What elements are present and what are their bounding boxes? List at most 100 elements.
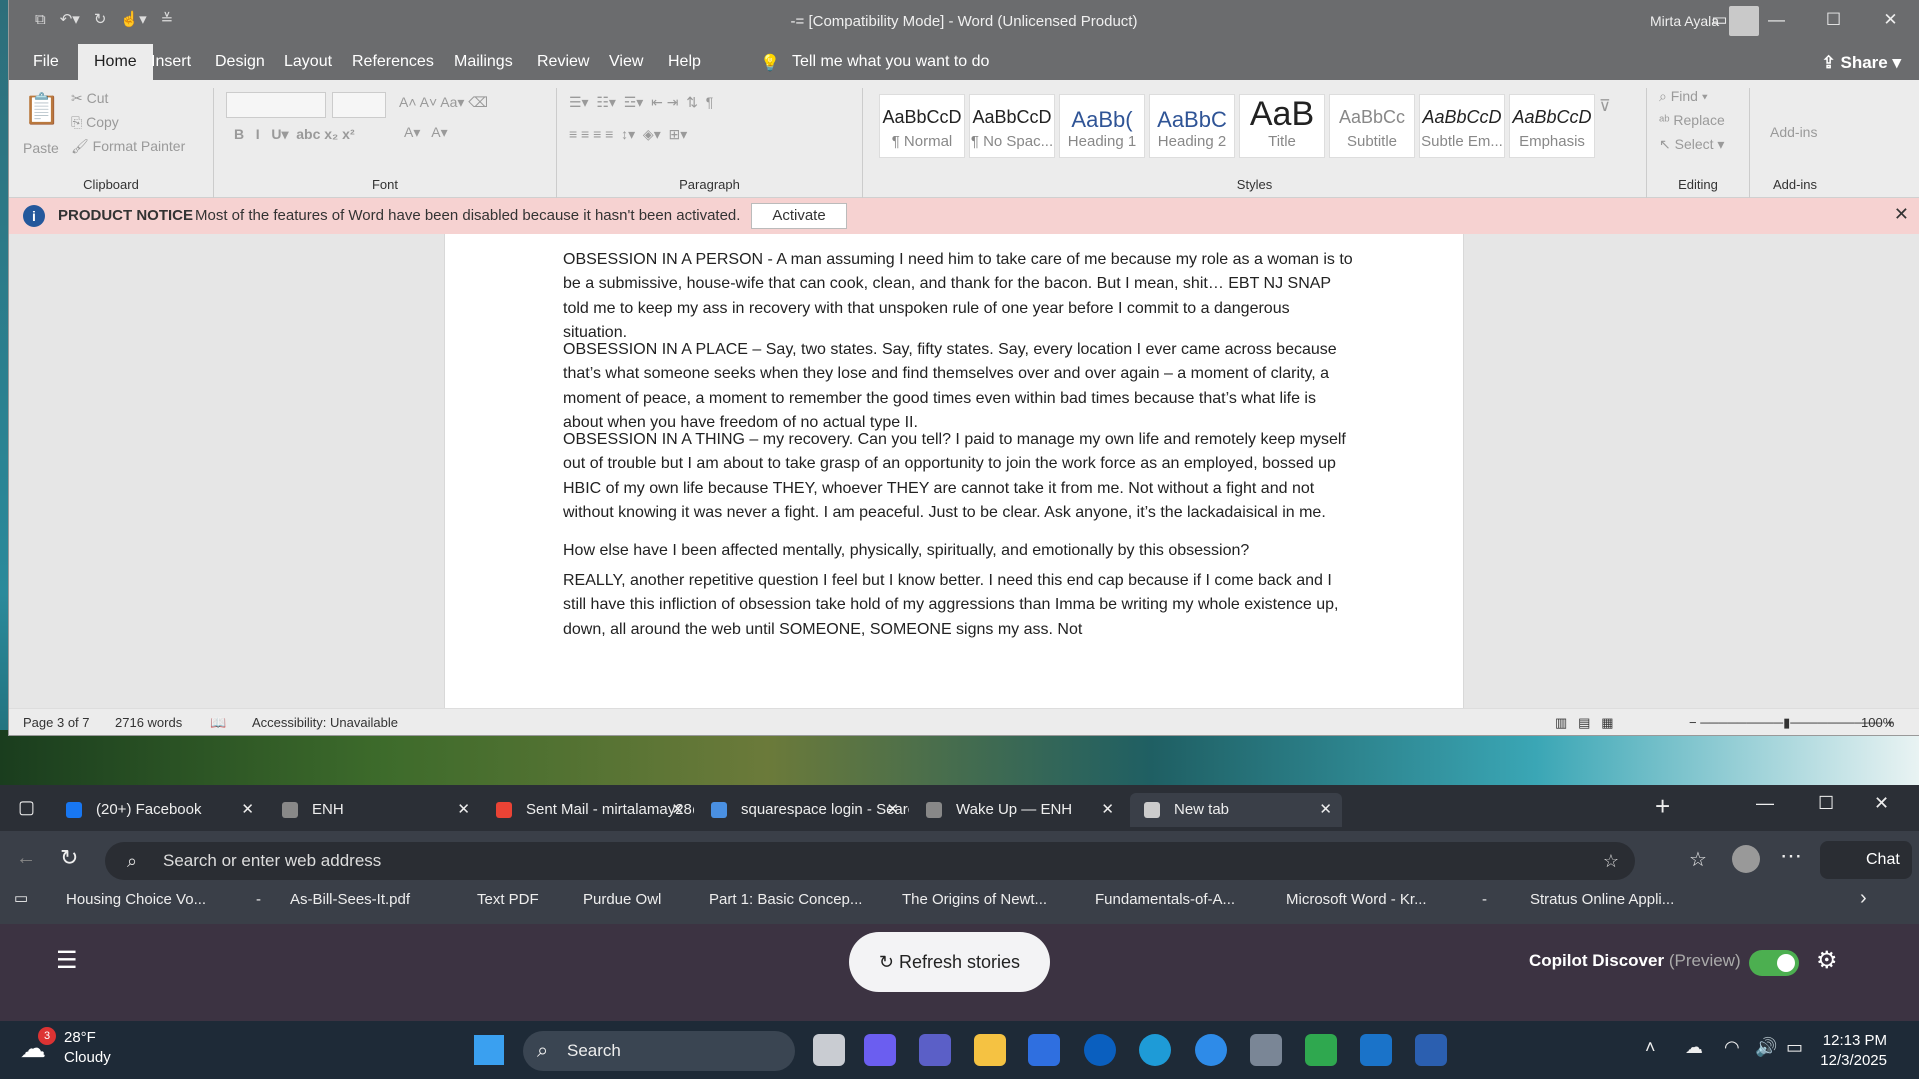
teams-icon[interactable] [919,1034,951,1066]
gear-icon[interactable]: ⚙ [1816,946,1838,975]
minimize-icon[interactable]: — [1756,793,1774,814]
format-icons[interactable]: B I U▾ abc x₂ x² [234,126,355,143]
browser-tab[interactable]: Wake Up — ENH ✕ [912,793,1124,827]
close-icon[interactable]: ✕ [1874,793,1889,814]
browser-tab[interactable]: squarespace login - Search ✕ [697,793,909,827]
favorites-icon[interactable]: ☆ [1689,847,1707,872]
refresh-icon[interactable]: ↻ [60,845,78,871]
volume-icon[interactable]: 🔊 [1755,1037,1777,1058]
font-name-input[interactable] [226,92,326,118]
replace-button[interactable]: ᵃᵇ Replace [1659,112,1725,128]
addins-button[interactable]: Add-ins [1770,124,1817,140]
style-5[interactable]: AaB Title [1239,94,1325,158]
app-icon[interactable] [1305,1034,1337,1066]
favorite-item[interactable]: - [1482,891,1487,908]
chevron-up-icon[interactable]: ˄ [1645,1037,1656,1058]
refresh-stories-button[interactable]: ↻ Refresh stories [849,932,1050,992]
favorites-folder-icon[interactable]: ▭ [14,889,28,907]
chevron-right-icon[interactable]: › [1860,887,1867,910]
hp-icon[interactable] [1084,1034,1116,1066]
tab-home[interactable]: Home [78,44,153,80]
camera-icon[interactable] [1250,1034,1282,1066]
font-size-input[interactable] [332,92,386,118]
clock[interactable]: 12:13 PM 12/3/2025 [1820,1031,1887,1071]
favorite-item[interactable]: As-Bill-Sees-It.pdf [290,891,410,908]
favorite-item[interactable]: Text PDF [477,891,539,908]
more-icon[interactable]: ⋯ [1780,843,1802,869]
new-tab-icon[interactable]: + [1655,791,1670,822]
close-tab-icon[interactable]: ✕ [671,793,684,827]
zoom-level[interactable]: 100% [1861,715,1894,730]
favorite-item[interactable]: Purdue Owl [583,891,661,908]
page-indicator[interactable]: Page 3 of 7 [23,715,90,730]
paragraph[interactable]: OBSESSION IN A PLACE – Say, two states. … [563,338,1353,435]
tab-help[interactable]: Help [668,53,701,71]
text-color-icons[interactable]: A▾ A▾ [404,124,448,141]
wifi-icon[interactable]: ◠ [1724,1037,1740,1058]
tell-me-search[interactable]: Tell me what you want to do [792,53,989,71]
edge-icon[interactable] [1139,1034,1171,1066]
close-icon[interactable]: ✕ [1862,0,1919,40]
list-icons[interactable]: ☰▾ ☷▾ ☲▾ ⇤ ⇥ ⇅ ¶ [569,94,713,111]
close-icon[interactable]: ✕ [1894,204,1909,225]
paragraph[interactable]: REALLY, another repetitive question I fe… [563,569,1353,642]
share-button[interactable]: ⇪ Share ▾ [1822,53,1901,73]
style-7[interactable]: AaBbCcD Subtle Em... [1419,94,1505,158]
favorite-item[interactable]: Housing Choice Vo... [66,891,206,908]
favorite-item[interactable]: Part 1: Basic Concep... [709,891,862,908]
activate-button[interactable]: Activate [751,203,847,229]
task-view-icon[interactable] [813,1034,845,1066]
document-page[interactable]: OBSESSION IN A PERSON - A man assuming I… [444,234,1464,708]
browser-tab[interactable]: Sent Mail - mirtalamay28@g✕ [482,793,694,827]
word-count[interactable]: 2716 words [115,715,182,730]
styles-more-icon[interactable]: ⊽ [1599,96,1611,116]
paste-label[interactable]: Paste [23,140,59,156]
onedrive-icon[interactable]: ☁ [1685,1037,1703,1058]
tab-design[interactable]: Design [215,53,265,71]
tab-mailings[interactable]: Mailings [454,53,513,71]
tab-file[interactable]: File [33,53,59,71]
copilot-chat-button[interactable]: Chat [1820,841,1912,879]
paragraph[interactable]: How else have I been affected mentally, … [563,539,1353,563]
tab-view[interactable]: View [609,53,643,71]
tab-insert[interactable]: Insert [151,53,191,71]
style-3[interactable]: AaBb(Heading 1 [1059,94,1145,158]
copy-button[interactable]: ⎘ Copy [71,114,119,131]
paste-icon[interactable]: 📋 [23,92,60,127]
tab-layout[interactable]: Layout [284,53,332,71]
favorite-item[interactable]: The Origins of Newt... [902,891,1047,908]
paragraph[interactable]: OBSESSION IN A THING – my recovery. Can … [563,428,1353,525]
style-4[interactable]: AaBbC Heading 2 [1149,94,1235,158]
style-6[interactable]: AaBbCc Subtitle [1329,94,1415,158]
taskbar-search[interactable]: ⌕ Search [523,1031,795,1071]
proofing-icon[interactable]: 📖 [210,715,226,731]
find-button[interactable]: ⌕ Find ▾ [1659,88,1708,105]
menu-icon[interactable]: ☰ [56,946,78,975]
favorite-item[interactable]: Fundamentals-of-A... [1095,891,1235,908]
back-icon[interactable]: ← [16,847,36,870]
align-icons[interactable]: ≡ ≡ ≡ ≡ ↕▾ ◈▾ ⊞▾ [569,126,687,143]
style-2[interactable]: AaBbCcD ¶ No Spac... [969,94,1055,158]
word-icon[interactable] [1415,1034,1447,1066]
store-icon[interactable] [1028,1034,1060,1066]
copilot-toggle[interactable] [1749,950,1799,976]
tab-review[interactable]: Review [537,53,589,71]
view-icons[interactable]: ▥ ▤ ▦ [1555,715,1614,731]
select-button[interactable]: ↖ Select ▾ [1659,136,1724,153]
copilot-icon[interactable] [864,1034,896,1066]
maximize-icon[interactable]: ☐ [1805,0,1862,40]
style-1[interactable]: AaBbCcD ¶ Normal [879,94,965,158]
paragraph[interactable]: OBSESSION IN A PERSON - A man assuming I… [563,248,1353,345]
favorite-star-icon[interactable]: ☆ [1603,842,1619,880]
close-tab-icon[interactable]: ✕ [1101,793,1114,827]
browser-tab[interactable]: New tab ✕ [1130,793,1342,827]
ribbon-display-icon[interactable]: ▭ [1691,0,1748,40]
format-painter-button[interactable]: 🖌 Format Painter [71,138,185,155]
address-bar[interactable]: ⌕ Search or enter web address ☆ [105,842,1635,880]
favorite-item[interactable]: - [256,891,261,908]
battery-icon[interactable]: ▭ [1786,1037,1803,1058]
file-explorer-icon[interactable] [974,1034,1006,1066]
tab-actions-icon[interactable]: ▢ [18,797,35,818]
browser-tab[interactable]: (20+) Facebook ✕ [52,793,264,827]
profile-avatar[interactable] [1732,845,1760,873]
